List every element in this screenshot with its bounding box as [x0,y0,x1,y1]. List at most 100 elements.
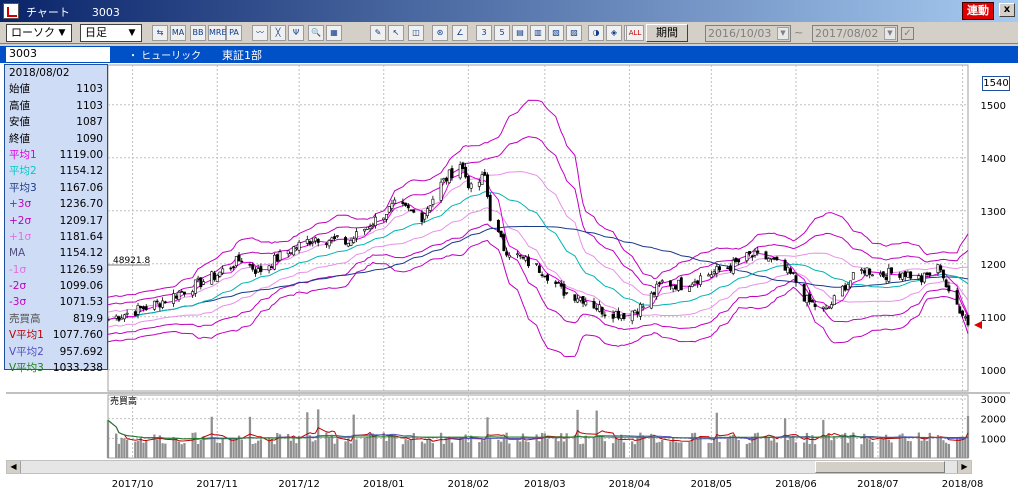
pa-icon[interactable]: PA [226,25,242,41]
candle-body [756,250,760,253]
volume-bar [756,432,759,458]
cursor-icon[interactable]: ↖ [388,25,404,41]
volume-bar [696,438,699,458]
volume-bar [617,439,620,458]
candle-body [865,267,869,276]
volume-bar [483,440,486,458]
volume-bar [117,443,121,458]
candle-body [466,176,470,189]
candle-body [469,183,473,189]
close-icon[interactable]: x [999,3,1015,17]
chart5-icon[interactable]: ▧ [548,25,564,41]
period-type-select[interactable]: 日足 ▼ [80,24,142,42]
price-chart-svg[interactable]: 1000 1100 1200 1300 1400 1500 1000 2000 3000 2017… [0,63,1018,501]
volume-bar [409,439,413,458]
calc-icon[interactable]: ▦ [326,25,342,41]
candle-body [464,166,468,178]
candle-body [330,237,334,241]
trend-tool-icon[interactable]: ╳ [270,25,286,41]
date-from-select[interactable]: 2016/10/03 ▼ [705,25,791,42]
candle-body [559,283,563,287]
volume-bar [584,435,587,458]
chart8-icon[interactable]: ◈ [606,25,622,41]
stock-code-input[interactable]: 3003 [6,47,110,62]
volume-bar [136,440,140,458]
candle-body [365,226,369,230]
date-to-select[interactable]: 2017/08/02 ▼ [812,25,898,42]
chart6-icon[interactable]: ▨ [566,25,582,41]
chart1-icon[interactable]: 3 [476,25,492,41]
volume-bar [295,443,298,458]
candle-body [557,282,560,284]
volume-bar [145,440,148,458]
volume-bar [459,437,462,458]
all-icon-glyph: ALL [628,29,642,37]
bb-icon[interactable]: BB [190,25,206,41]
renketsu-button[interactable]: 連動 [962,2,994,20]
chart-type-select[interactable]: ローソク ▼ [6,24,72,42]
candle-body [406,204,410,209]
chart2-icon[interactable]: 5 [494,25,510,41]
data-row-value: 1167.06 [59,181,103,194]
date-range-checkbox[interactable]: ✓ [901,27,914,40]
candle-body [638,304,642,317]
candle-body [636,311,640,315]
data-row-value: 1103 [76,83,103,96]
data-row: 高値 1103 [5,98,107,114]
scroll-right-icon[interactable]: ▶ [957,461,971,473]
chart7-icon-glyph: ◑ [592,28,600,37]
volume-bar [259,439,263,458]
candle-body [477,181,481,187]
candle-body [581,296,585,304]
candle-body [122,314,126,320]
candle-body [393,199,397,204]
zoom-icon[interactable]: 🔍 [308,25,324,41]
all-icon[interactable]: ALL [626,25,644,41]
annotation-label: 48921.8 [113,256,150,266]
candle-body [289,252,293,254]
chart1-icon-glyph: 3 [481,28,487,37]
compare-tool-icon[interactable]: ⇆ [152,25,168,41]
candle-body [199,277,203,288]
volume-bar [355,439,358,458]
candle-body [791,272,795,274]
horizontal-scrollbar[interactable]: ◀ ▶ [6,460,972,474]
fibonacci-icon[interactable]: Ψ [288,25,304,41]
volume-bar [115,433,118,458]
chart3-icon[interactable]: ▤ [512,25,528,41]
zoom-icon-glyph: 🔍 [311,28,321,37]
volume-bar [677,442,680,458]
gann-icon[interactable]: ⊛ [432,25,448,41]
volume-bar [655,442,658,458]
eraser-icon[interactable]: ◫ [408,25,424,41]
candle-body [202,281,205,285]
chart7-icon[interactable]: ◑ [588,25,604,41]
candle-body [622,313,626,320]
mre-icon[interactable]: MRE [208,25,227,41]
volume-bar [909,441,912,458]
candle-body [775,256,779,261]
volume-bar [726,438,729,458]
volume-bar [868,439,871,458]
volume-bar [745,444,748,458]
candle-body [688,286,691,292]
volume-bar [196,443,200,458]
line-chart-icon[interactable]: 〰 [252,25,268,41]
volume-bar [407,440,410,458]
pen-icon[interactable]: ✎ [370,25,386,41]
chart-app-icon [3,3,19,19]
scroll-left-icon[interactable]: ◀ [7,461,21,473]
volume-bar [442,443,445,458]
volume-bar [674,442,678,458]
volume-bar [390,434,394,458]
angle-icon[interactable]: ∠ [452,25,468,41]
candle-body [696,280,700,284]
data-row-value: 1103 [76,99,103,112]
ma-icon[interactable]: MA [170,25,186,41]
chart4-icon[interactable]: ▥ [530,25,546,41]
candle-body [794,275,798,283]
candle-body [920,275,924,283]
period-button[interactable]: 期間 [646,24,688,42]
data-row-label: +1σ [9,230,32,243]
scroll-thumb[interactable] [815,461,945,473]
